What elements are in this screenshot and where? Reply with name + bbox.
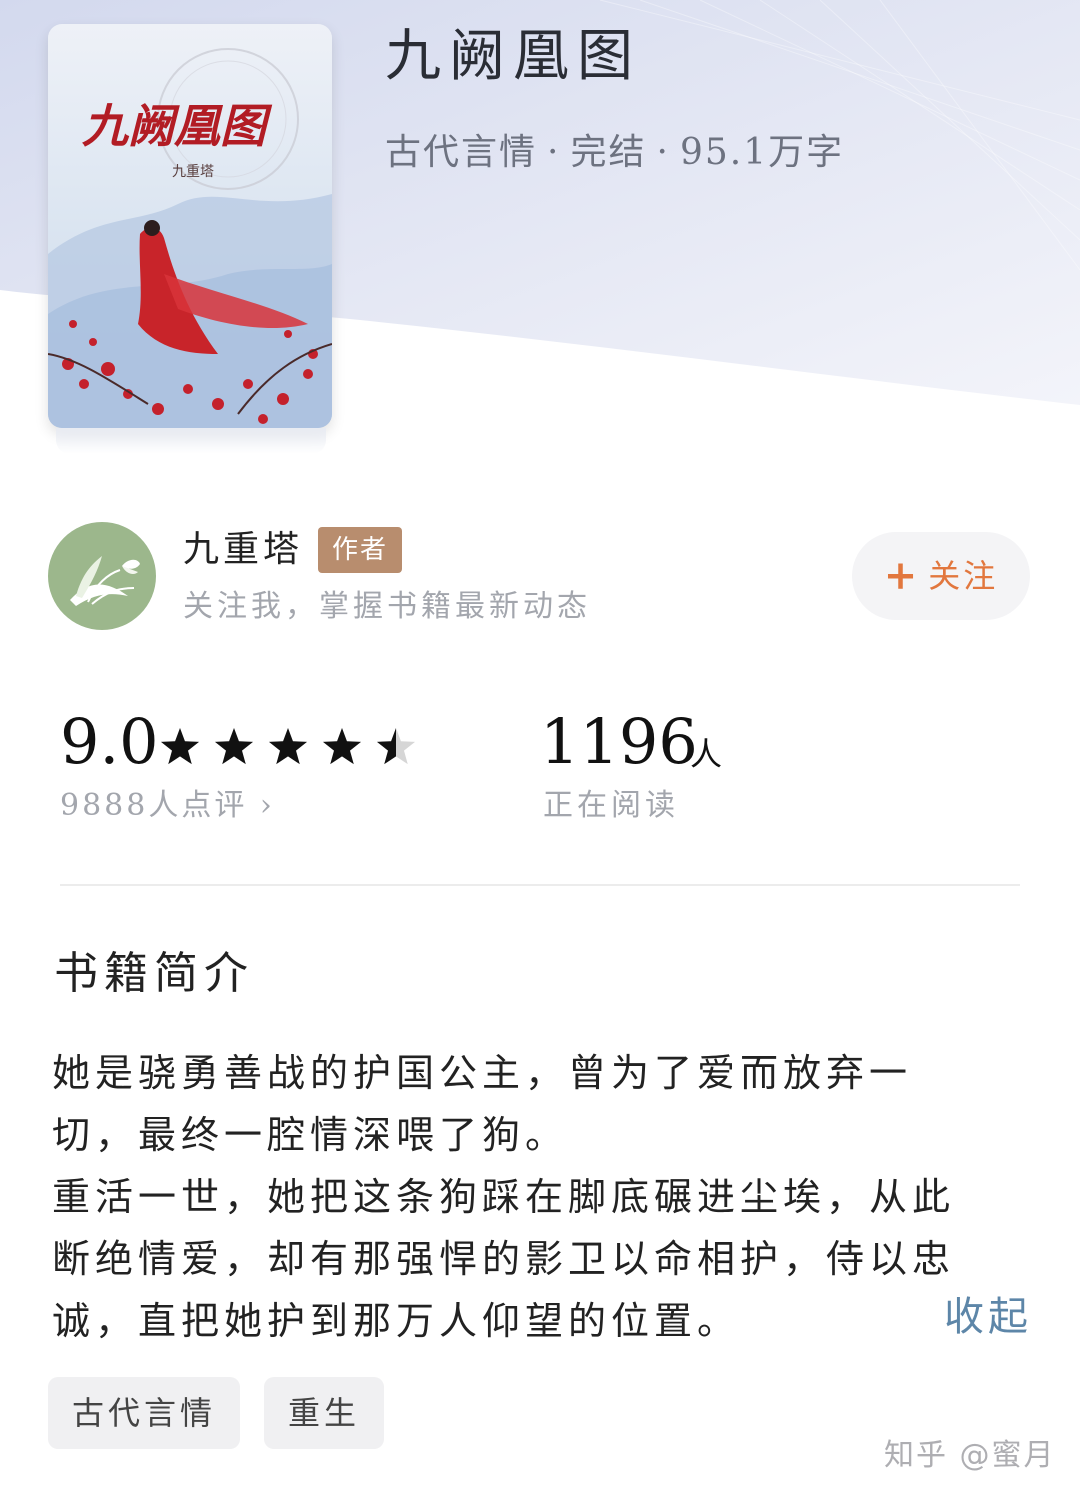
synopsis-title: 书籍简介 [54,948,254,999]
star-filled-icon [322,728,362,765]
reviews-link[interactable]: 9888人点评 › [60,784,275,828]
rating-stars [160,728,416,765]
book-word-count: 95.1万字 [679,132,845,173]
meta-separator: · [547,132,561,173]
author-description: 关注我，掌握书籍最新动态 [183,589,591,624]
synopsis-line: 她是骁勇善战的护国公主，曾为了爱而放弃一 [52,1051,913,1095]
rating-score: 9.0 [60,705,159,778]
star-filled-icon [214,728,254,765]
book-title: 九阙凰图 [385,24,641,89]
divider [60,884,1020,886]
plus-icon: + [883,552,921,599]
follow-label: 关注 [928,557,999,595]
book-cover[interactable]: 九阙凰图 九重塔 [48,24,332,428]
cover-reflection [56,428,326,454]
synopsis-line: 断绝情爱，却有那强悍的影卫以命相护，侍以忠 [52,1237,956,1281]
book-meta: 古代言情 · 完结 · 95.1万字 [385,126,844,180]
readers-unit: 人 [690,735,723,773]
meta-separator: · [656,132,670,173]
cover-author-art: 九重塔 [172,164,214,180]
tag-chip[interactable]: 重生 [264,1377,384,1449]
collapse-link[interactable]: 收起 [944,1290,1032,1344]
synopsis-line: 切，最终一腔情深喂了狗。 [52,1113,569,1157]
tag-chip[interactable]: 古代言情 [48,1377,240,1449]
readers-label: 正在阅读 [543,788,679,823]
synopsis-line: 诚，直把她护到那万人仰望的位置。 [52,1299,741,1343]
book-genre: 古代言情 [385,132,538,173]
author-badge: 作者 [318,527,402,573]
cover-title-art: 九阙凰图 [82,99,273,153]
readers-count: 1196 [540,705,698,778]
book-status: 完结 [570,132,647,173]
synopsis-text: 她是骁勇善战的护国公主，曾为了爱而放弃一 切，最终一腔情深喂了狗。 重活一世，她… [52,1042,1012,1352]
author-avatar[interactable] [48,522,156,630]
author-name[interactable]: 九重塔 [183,526,303,574]
star-filled-icon [160,728,200,765]
watermark: 知乎 @蜜月 [884,1438,1056,1473]
follow-button[interactable]: + 关注 [852,532,1030,620]
star-filled-icon [268,728,308,765]
synopsis-line: 重活一世，她把这条狗踩在脚底碾进尘埃，从此 [52,1175,956,1219]
book-butterfly-avatar-icon [48,522,156,630]
